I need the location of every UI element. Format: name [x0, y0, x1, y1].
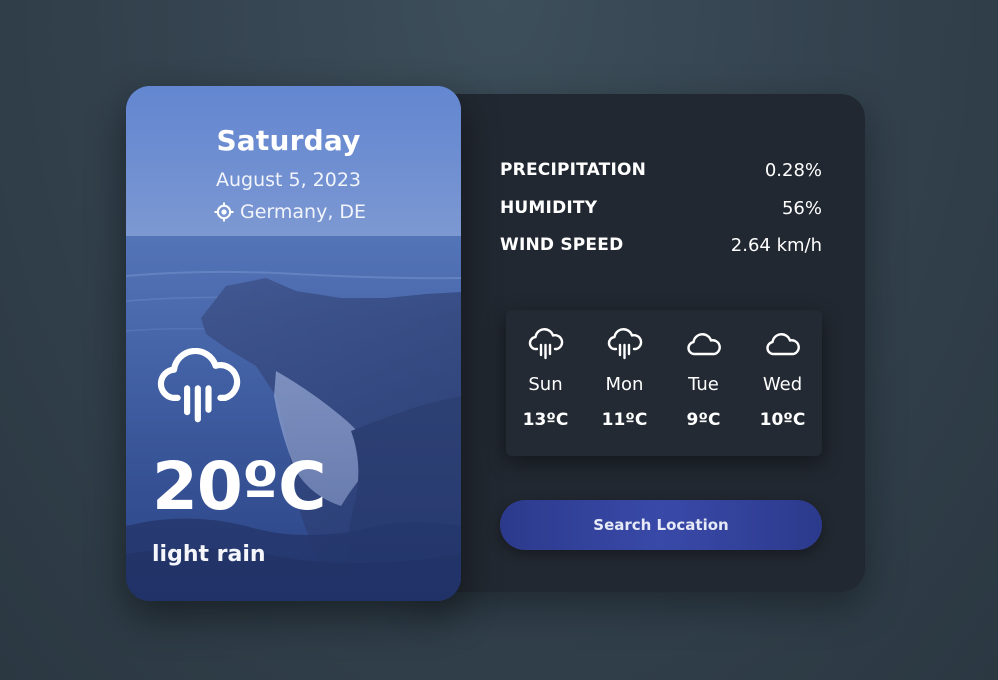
wind-speed-value: 2.64 km/h — [730, 235, 822, 256]
location-pin-icon — [214, 202, 234, 222]
current-location: Germany, DE — [214, 199, 366, 225]
current-day: Saturday — [216, 124, 361, 157]
precipitation-label: PRECIPITATION — [500, 160, 647, 180]
current-weather-card: Saturday August 5, 2023 Germany, DE 20ºC… — [126, 86, 461, 601]
forecast-day-tue[interactable]: Tue 9ºC — [664, 310, 743, 456]
rain-cloud-icon — [157, 348, 241, 423]
cloud-icon — [687, 333, 721, 356]
current-temperature: 20ºC — [152, 448, 327, 525]
current-condition: light rain — [152, 542, 266, 567]
forecast-day-name: Sun — [528, 374, 563, 395]
forecast-day-name: Tue — [688, 374, 719, 395]
forecast-day-mon[interactable]: Mon 11ºC — [585, 310, 664, 456]
cloud-icon — [766, 333, 800, 356]
forecast-day-temp: 9ºC — [686, 410, 721, 430]
current-date: August 5, 2023 — [215, 169, 362, 191]
rain-cloud-icon — [528, 328, 564, 360]
forecast-day-sun[interactable]: Sun 13ºC — [506, 310, 585, 456]
search-location-button[interactable]: Search Location — [500, 500, 822, 550]
forecast-day-wed[interactable]: Wed 10ºC — [743, 310, 822, 456]
forecast-strip: Sun 13ºC Mon 11ºC Tue 9ºC Wed 10ºC — [506, 310, 822, 456]
forecast-day-temp: 11ºC — [601, 410, 648, 430]
rain-cloud-icon — [607, 328, 643, 360]
forecast-day-name: Mon — [605, 374, 644, 395]
humidity-label: HUMIDITY — [500, 198, 598, 218]
forecast-day-temp: 13ºC — [522, 410, 569, 430]
forecast-day-temp: 10ºC — [759, 410, 806, 430]
wind-speed-label: WIND SPEED — [500, 235, 624, 255]
forecast-day-name: Wed — [762, 374, 803, 395]
location-label: Germany, DE — [240, 201, 367, 223]
precipitation-value: 0.28% — [764, 160, 822, 181]
weather-app: Saturday August 5, 2023 Germany, DE 20ºC… — [0, 0, 998, 680]
humidity-value: 56% — [781, 198, 822, 219]
